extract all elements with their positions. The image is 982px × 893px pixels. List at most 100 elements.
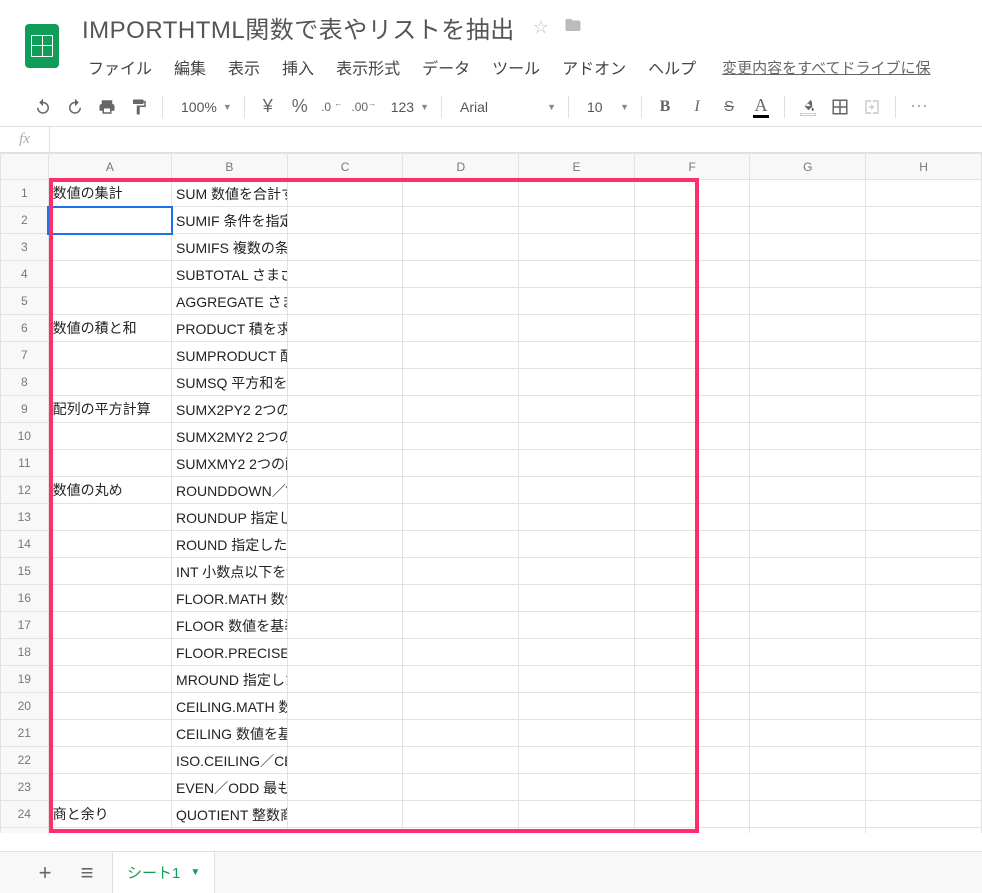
cell[interactable] [750,747,866,774]
formula-input[interactable] [50,127,982,152]
cell[interactable] [634,288,750,315]
col-header-F[interactable]: F [634,154,750,180]
cell[interactable] [866,261,982,288]
cell[interactable] [866,342,982,369]
cell[interactable] [519,504,635,531]
cell[interactable] [519,423,635,450]
cell[interactable]: CEILING.MATH 数値を基準値の倍数に切り上げる [172,693,288,720]
cell[interactable]: FLOOR.MATH 数値を基準値の倍数に切り下げる [172,585,288,612]
cell[interactable] [866,288,982,315]
cell[interactable] [287,585,403,612]
cell[interactable] [287,396,403,423]
cell[interactable]: 数値の集計 [48,180,171,207]
cell[interactable] [519,612,635,639]
cell[interactable] [634,315,750,342]
cell[interactable] [403,801,519,828]
italic-button[interactable]: I [682,93,712,121]
row-header[interactable]: 21 [1,720,49,747]
cell[interactable] [750,477,866,504]
cell[interactable] [634,801,750,828]
redo-button[interactable] [60,93,90,121]
cell[interactable] [519,531,635,558]
cell[interactable] [634,450,750,477]
row-header[interactable]: 12 [1,477,49,504]
cell[interactable] [519,666,635,693]
cell[interactable]: ISO.CEILING／CEILING.PRECISE 数値を基準値の倍数に切り… [172,747,288,774]
cell[interactable] [403,774,519,801]
col-header-H[interactable]: H [866,154,982,180]
cell[interactable] [287,747,403,774]
cell[interactable] [48,234,171,261]
cell[interactable] [403,315,519,342]
spreadsheet-grid[interactable]: A B C D E F G H 1数値の集計SUM 数値を合計する2SUMIF … [0,153,982,833]
move-to-folder-icon[interactable] [563,16,583,40]
cell[interactable] [634,423,750,450]
cell[interactable] [403,450,519,477]
cell[interactable] [866,531,982,558]
cell[interactable] [750,612,866,639]
cell[interactable] [519,450,635,477]
cell[interactable] [403,585,519,612]
cell[interactable] [519,774,635,801]
row-header[interactable]: 1 [1,180,49,207]
cell[interactable] [634,612,750,639]
cell[interactable] [287,180,403,207]
cell[interactable] [287,450,403,477]
cell[interactable] [519,261,635,288]
cell[interactable] [403,477,519,504]
col-header-C[interactable]: C [287,154,403,180]
cell[interactable] [866,396,982,423]
col-header-D[interactable]: D [403,154,519,180]
cell[interactable] [750,801,866,828]
cell[interactable]: PRODUCT 積を求める [172,315,288,342]
cell[interactable] [866,423,982,450]
cell[interactable] [519,558,635,585]
cell[interactable] [750,531,866,558]
all-sheets-button[interactable]: ≡ [70,856,104,890]
document-title[interactable]: IMPORTHTML関数で表やリストを抽出 [78,8,519,47]
cell[interactable] [634,234,750,261]
save-status[interactable]: 変更内容をすべてドライブに保 [722,57,930,78]
cell[interactable] [750,369,866,396]
row-header[interactable]: 20 [1,693,49,720]
cell[interactable] [48,261,171,288]
cell[interactable] [866,558,982,585]
cell[interactable] [519,342,635,369]
cell[interactable] [403,207,519,234]
cell[interactable] [403,342,519,369]
cell[interactable] [48,747,171,774]
cell[interactable]: INT 小数点以下を切り捨てる [172,558,288,585]
cell[interactable] [403,369,519,396]
row-header[interactable]: 24 [1,801,49,828]
cell[interactable] [750,396,866,423]
cell[interactable] [287,801,403,828]
cell[interactable] [866,504,982,531]
cell[interactable] [48,693,171,720]
col-header-A[interactable]: A [48,154,171,180]
cell[interactable]: MROUND 指定した値の倍数になるように丸める [172,666,288,693]
cell[interactable] [866,234,982,261]
cell[interactable] [48,612,171,639]
cell[interactable] [634,477,750,504]
cell[interactable] [48,207,171,234]
cell[interactable] [48,450,171,477]
menu-insert[interactable]: 挿入 [272,51,324,83]
cell[interactable] [634,720,750,747]
cell[interactable] [403,288,519,315]
row-header[interactable]: 9 [1,396,49,423]
cell[interactable] [48,288,171,315]
cell[interactable]: CEILING 数値を基準値の倍数に切り上げる [172,720,288,747]
borders-button[interactable] [825,93,855,121]
cell[interactable] [519,585,635,612]
cell[interactable] [48,828,171,834]
cell[interactable]: MOD 余りを求める [172,828,288,834]
cell[interactable]: 配列の平方計算 [48,396,171,423]
cell[interactable]: FLOOR.PRECISE 数値を基準値の倍数に切り下げる [172,639,288,666]
col-header-G[interactable]: G [750,154,866,180]
cell[interactable] [866,315,982,342]
cell[interactable] [634,585,750,612]
cell[interactable] [634,666,750,693]
row-header[interactable]: 6 [1,315,49,342]
select-all-corner[interactable] [1,154,49,180]
cell[interactable] [634,774,750,801]
